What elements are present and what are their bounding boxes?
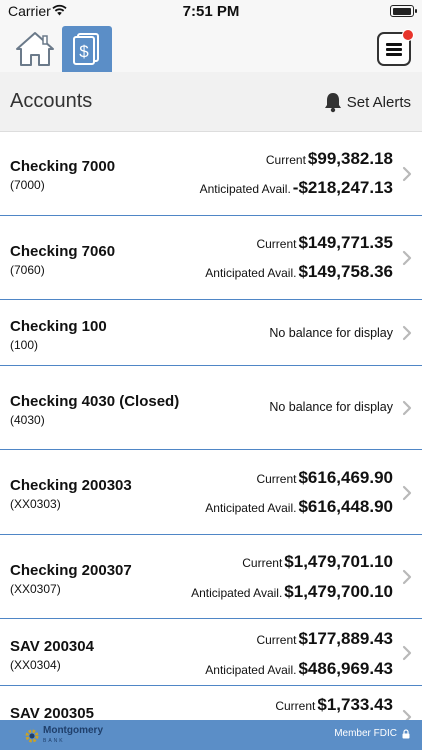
account-number: (100) <box>10 338 39 352</box>
brand-name: Montgomery <box>43 725 103 736</box>
gear-logo-icon <box>25 729 39 743</box>
bank-logo: Montgomery BANK <box>24 726 103 746</box>
current-balance: $1,733.43 <box>317 695 393 714</box>
available-balance: -$218,247.13 <box>292 178 393 197</box>
current-balance-line: Current $99,382.18 <box>266 149 393 169</box>
current-balance-line: Current $1,479,701.10 <box>242 552 393 572</box>
account-name: Checking 7060 <box>10 243 116 260</box>
hamburger-menu-icon <box>386 43 402 46</box>
set-alerts-button[interactable]: Set Alerts <box>323 90 411 114</box>
available-label: Anticipated Avail. <box>191 586 283 600</box>
account-number: (4030) <box>10 413 45 427</box>
clock: 7:51 PM <box>182 3 240 20</box>
current-label: Current <box>256 237 297 251</box>
member-fdic: Member FDIC <box>334 728 410 739</box>
account-name: Checking 7000 <box>10 158 116 175</box>
account-number: (XX0307) <box>10 582 61 596</box>
lock-icon <box>402 728 410 738</box>
home-button[interactable] <box>14 30 56 68</box>
member-fdic-label: Member FDIC <box>334 728 397 739</box>
account-list[interactable]: Checking 7000 (7000) Current $99,382.18 … <box>0 132 422 720</box>
account-row-sav-200305[interactable]: SAV 200305 Current $1,733.43 <box>0 686 422 720</box>
current-balance-line: Current $616,469.90 <box>256 468 393 488</box>
current-balance: $99,382.18 <box>307 149 393 168</box>
notification-dot <box>402 29 414 41</box>
account-row-checking-200303[interactable]: Checking 200303 (XX0303) Current $616,46… <box>0 450 422 535</box>
account-row-checking-100[interactable]: Checking 100 (100) No balance for displa… <box>0 300 422 366</box>
account-row-checking-7060[interactable]: Checking 7060 (7060) Current $149,771.35… <box>0 216 422 300</box>
battery-icon <box>390 5 417 17</box>
account-row-checking-7000[interactable]: Checking 7000 (7000) Current $99,382.18 … <box>0 132 422 216</box>
account-name: Checking 200303 <box>10 477 132 494</box>
brand-sub: BANK <box>43 738 65 744</box>
available-label: Anticipated Avail. <box>205 501 297 515</box>
chevron-right-icon <box>402 645 412 661</box>
current-balance-line: Current $1,733.43 <box>275 695 393 715</box>
current-balance: $149,771.35 <box>298 233 393 252</box>
account-number: (7060) <box>10 263 45 277</box>
status-bar: Carrier 7:51 PM <box>0 0 422 22</box>
available-balance-line: Anticipated Avail. $616,448.90 <box>205 497 393 517</box>
account-row-sav-200304[interactable]: SAV 200304 (XX0304) Current $177,889.43 … <box>0 619 422 686</box>
current-balance: $616,469.90 <box>298 468 393 487</box>
chevron-right-icon <box>402 709 412 720</box>
current-balance: $177,889.43 <box>298 629 393 648</box>
chevron-right-icon <box>402 485 412 501</box>
set-alerts-label: Set Alerts <box>346 93 411 111</box>
menu-button[interactable] <box>377 29 414 66</box>
no-balance-text: No balance for display <box>269 326 393 340</box>
available-label: Anticipated Avail. <box>205 266 297 280</box>
chevron-right-icon <box>402 400 412 416</box>
current-label: Current <box>265 153 306 167</box>
current-balance-line: Current $177,889.43 <box>256 629 393 649</box>
chevron-right-icon <box>402 325 412 341</box>
account-number: (7000) <box>10 178 45 192</box>
dollar-document-icon: $ <box>73 33 99 65</box>
available-label: Anticipated Avail. <box>199 182 291 196</box>
bell-icon <box>324 93 341 113</box>
accounts-tab[interactable]: $ <box>62 26 112 72</box>
home-icon <box>16 32 54 66</box>
current-label: Current <box>275 699 316 713</box>
chevron-right-icon <box>402 166 412 182</box>
chevron-right-icon <box>402 569 412 585</box>
page-title: Accounts <box>10 90 93 112</box>
footer: Montgomery BANK Member FDIC <box>0 720 422 750</box>
top-nav: $ <box>0 22 422 72</box>
account-row-checking-4030[interactable]: Checking 4030 (Closed) (4030) No balance… <box>0 366 422 450</box>
svg-text:$: $ <box>79 42 89 61</box>
current-label: Current <box>242 556 283 570</box>
account-name: Checking 100 <box>10 318 107 335</box>
available-balance-line: Anticipated Avail. $486,969.43 <box>205 659 393 679</box>
available-balance: $149,758.36 <box>298 262 393 281</box>
accounts-header: Accounts Set Alerts <box>0 72 422 132</box>
current-balance: $1,479,701.10 <box>284 552 393 571</box>
no-balance-text: No balance for display <box>269 400 393 414</box>
available-balance-line: Anticipated Avail. $149,758.36 <box>205 262 393 282</box>
account-name: Checking 4030 (Closed) <box>10 393 180 410</box>
account-number: (XX0303) <box>10 497 61 511</box>
available-balance-line: Anticipated Avail. -$218,247.13 <box>200 178 393 198</box>
current-label: Current <box>256 633 297 647</box>
available-balance: $1,479,700.10 <box>284 582 393 601</box>
available-balance-line: Anticipated Avail. $1,479,700.10 <box>191 582 393 602</box>
chevron-right-icon <box>402 250 412 266</box>
account-number: (XX0304) <box>10 658 61 672</box>
available-label: Anticipated Avail. <box>205 663 297 677</box>
current-balance-line: Current $149,771.35 <box>256 233 393 253</box>
account-name: SAV 200304 <box>10 638 94 655</box>
account-row-checking-200307[interactable]: Checking 200307 (XX0307) Current $1,479,… <box>0 535 422 619</box>
available-balance: $486,969.43 <box>298 659 393 678</box>
current-label: Current <box>256 472 297 486</box>
account-name: Checking 200307 <box>10 562 132 579</box>
account-name: SAV 200305 <box>10 705 94 720</box>
available-balance: $616,448.90 <box>298 497 393 516</box>
